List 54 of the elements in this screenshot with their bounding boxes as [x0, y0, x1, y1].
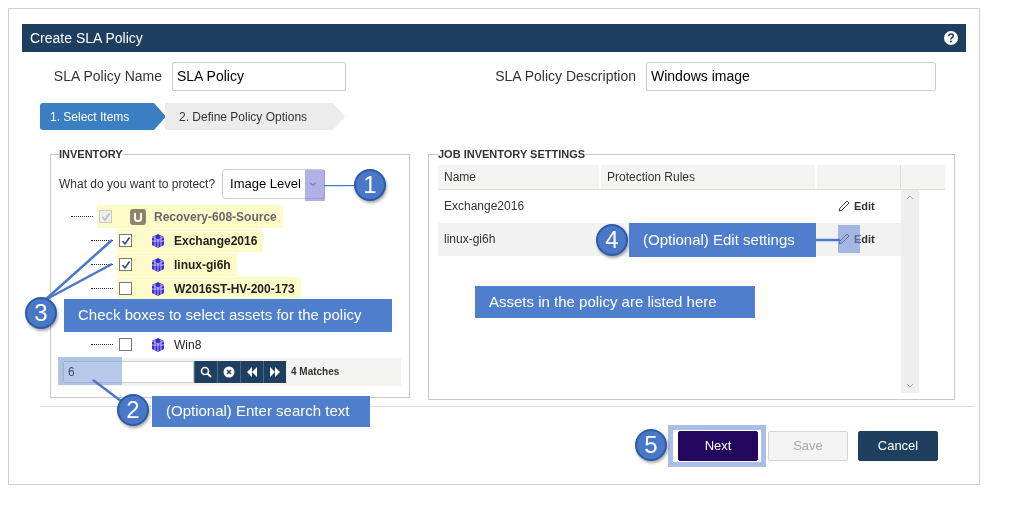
next-button[interactable] — [263, 360, 286, 383]
double-right-arrow-icon — [269, 365, 281, 378]
match-count: 4 Matches — [291, 365, 340, 379]
table-cell-text: Exchange2016 — [443, 198, 526, 215]
clear-button[interactable] — [217, 360, 240, 383]
double-left-arrow-icon — [246, 365, 258, 378]
action-button[interactable]: Next — [678, 431, 758, 461]
step-number-badge: 2 — [117, 394, 149, 426]
text-field[interactable]: SLA Policy — [172, 62, 346, 91]
dialog-title: Create SLA Policy — [30, 28, 143, 48]
cube-icon — [150, 256, 166, 273]
group-icon — [130, 208, 146, 225]
tree-item-label: W2016ST-HV-200-173 — [174, 280, 295, 298]
text-field[interactable]: Windows image — [646, 62, 936, 91]
pencil-icon — [838, 233, 850, 245]
search-icon — [200, 365, 212, 378]
wizard-step[interactable]: 2. Define Policy Options — [165, 103, 345, 130]
tree-item-label: Recovery-608-Source — [154, 208, 277, 226]
help-icon[interactable] — [944, 31, 958, 45]
callout-label: (Optional) Enter search text — [152, 396, 370, 427]
cube-icon — [150, 232, 166, 249]
wizard-step[interactable]: 1. Select Items — [40, 103, 166, 130]
pencil-icon — [838, 200, 850, 212]
leader-line — [816, 238, 840, 242]
callout-label: Assets in the policy are listed here — [475, 286, 755, 318]
tree-item-label: linux-gi6h — [174, 256, 231, 274]
column-header: Protection Rules — [601, 164, 817, 189]
tree-item-label: Win8 — [174, 336, 202, 354]
field-label: SLA Policy Name — [52, 67, 162, 86]
panel-title: INVENTORY — [59, 147, 123, 162]
column-header: Name — [438, 164, 601, 189]
cube-icon — [150, 280, 166, 297]
clear-icon — [223, 365, 235, 378]
table-cell-text: linux-gi6h — [443, 231, 497, 248]
edit-button[interactable]: Edit — [838, 197, 875, 215]
search-field[interactable]: 6 — [63, 360, 194, 383]
edit-button[interactable]: Edit — [838, 230, 875, 248]
callout-label: (Optional) Edit settings — [629, 223, 816, 257]
step-number-badge: 1 — [354, 169, 386, 201]
highlight-overlay — [58, 357, 122, 385]
step-number-badge: 5 — [635, 429, 667, 461]
cube-icon — [150, 336, 166, 353]
highlight-overlay — [305, 170, 325, 201]
tree-item-label: Exchange2016 — [174, 232, 258, 250]
step-number-badge: 3 — [25, 297, 57, 329]
protect-dropdown[interactable]: Image Level — [222, 168, 326, 199]
leader-line — [324, 185, 354, 187]
panel-title: JOB INVENTORY SETTINGS — [438, 147, 586, 162]
field-label: SLA Policy Description — [494, 67, 636, 86]
action-button[interactable]: Cancel — [858, 431, 938, 461]
previous-button[interactable] — [240, 360, 263, 383]
protect-label: What do you want to protect? — [59, 175, 216, 193]
search-button[interactable] — [194, 360, 217, 383]
callout-label: Check boxes to select assets for the policy — [64, 299, 392, 332]
